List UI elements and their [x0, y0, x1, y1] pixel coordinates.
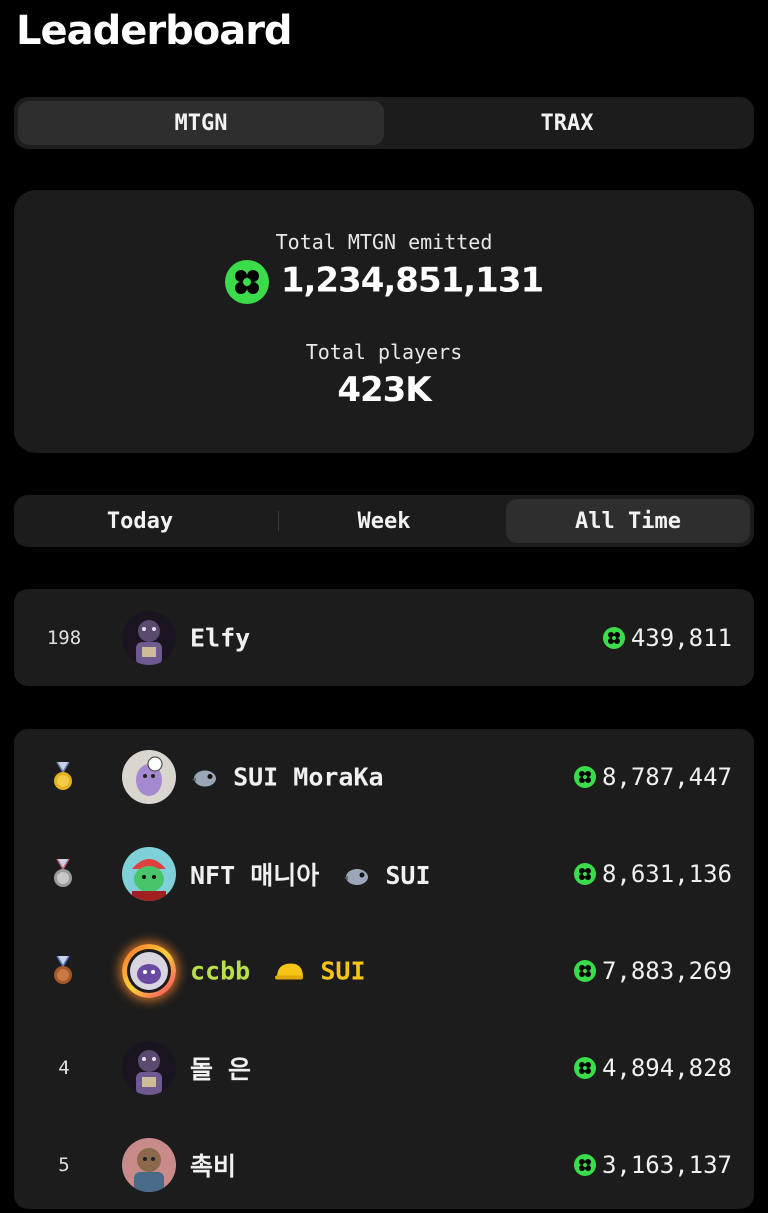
silver-medal-icon [54, 859, 72, 887]
list-item[interactable]: SUI MoraKa 8,787,447 [14, 729, 754, 825]
leaders-list: SUI MoraKa 8,787,447 NFT 매니아 SUI 8,631,1… [14, 729, 754, 1209]
score: 8,631,136 [573, 860, 732, 888]
score-value: 7,883,269 [601, 957, 732, 985]
avatar [122, 1041, 176, 1095]
emitted-value: 1,234,851,131 [280, 260, 544, 301]
gold-medal-icon [54, 762, 72, 790]
avatar [122, 847, 176, 901]
my-rank-card[interactable]: 198 Elfy 439,811 [14, 589, 754, 686]
rank-number: 5 [58, 1154, 70, 1176]
player-name: SUI MoraKa [190, 763, 384, 792]
mtgn-coin-icon [573, 960, 596, 982]
players-label: Total players [305, 340, 463, 364]
emitted-value-wrap: 1,234,851,131 [14, 260, 754, 304]
tab-today[interactable]: Today [18, 499, 262, 543]
score-value: 3,163,137 [601, 1151, 732, 1179]
mtgn-coin-icon [602, 626, 625, 649]
avatar [122, 1138, 176, 1192]
score: 8,787,447 [573, 763, 732, 791]
tab-trax[interactable]: TRAX [384, 101, 750, 145]
sui-bird-icon [342, 861, 385, 890]
list-item[interactable]: 5 촉비 3,163,137 [14, 1117, 754, 1213]
score: 439,811 [602, 623, 732, 652]
mtgn-coin-icon [573, 1057, 596, 1079]
emitted-label: Total MTGN emitted [275, 230, 493, 254]
page-title: Leaderboard [16, 8, 293, 54]
player-name: Elfy [190, 623, 251, 652]
rank-number: 4 [58, 1057, 70, 1079]
stats-card: Total MTGN emitted 1,234,851,131 Total p… [14, 190, 754, 453]
score: 4,894,828 [573, 1054, 732, 1082]
yellow-cap-icon [273, 957, 320, 986]
player-name: NFT 매니아 SUI [190, 861, 431, 890]
tab-divider [278, 511, 279, 531]
players-value: 423K [337, 370, 431, 410]
score-value: 439,811 [630, 623, 732, 652]
score: 7,883,269 [573, 957, 732, 985]
rank-number: 198 [46, 626, 82, 649]
mtgn-coin-icon [573, 766, 596, 788]
tab-mtgn[interactable]: MTGN [18, 101, 384, 145]
player-name: 촉비 [190, 1152, 237, 1181]
score-value: 8,787,447 [601, 763, 732, 791]
period-tabs: Today Week All Time [14, 495, 754, 547]
avatar [122, 610, 176, 665]
bronze-medal-icon [54, 956, 72, 984]
my-rank-row[interactable]: 198 Elfy 439,811 [14, 589, 754, 686]
player-name: 돌 은 [190, 1055, 252, 1084]
score: 3,163,137 [573, 1151, 732, 1179]
score-value: 4,894,828 [601, 1054, 732, 1082]
sui-bird-icon [190, 763, 233, 792]
avatar [122, 944, 176, 998]
tab-all-time[interactable]: All Time [506, 499, 750, 543]
mtgn-coin-icon [224, 260, 269, 304]
list-item[interactable]: NFT 매니아 SUI 8,631,136 [14, 826, 754, 922]
tab-week[interactable]: Week [262, 499, 506, 543]
list-item[interactable]: 4 돌 은 4,894,828 [14, 1020, 754, 1116]
score-value: 8,631,136 [601, 860, 732, 888]
player-name: ccbb SUI [190, 956, 366, 986]
list-item[interactable]: ccbb SUI 7,883,269 [14, 923, 754, 1019]
mtgn-coin-icon [573, 1154, 596, 1176]
avatar [122, 750, 176, 804]
token-tabs: MTGN TRAX [14, 97, 754, 149]
mtgn-coin-icon [573, 863, 596, 885]
